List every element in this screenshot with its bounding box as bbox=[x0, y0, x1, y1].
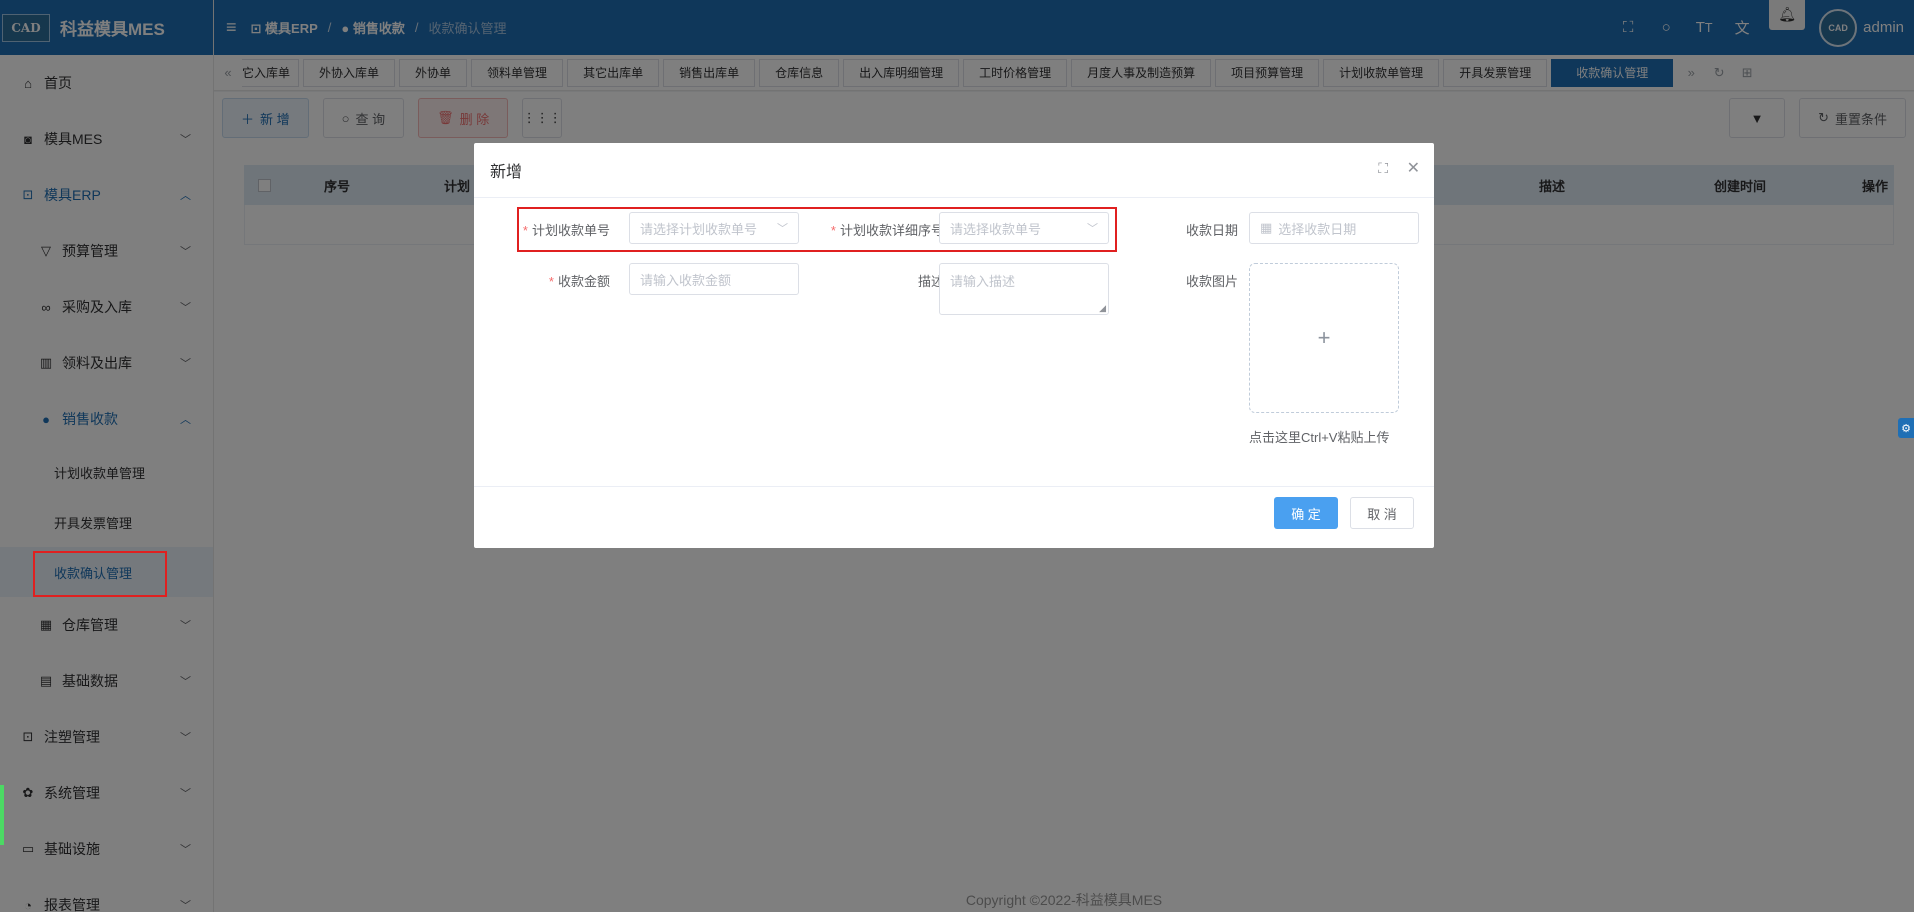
date-label: 收款日期 bbox=[1185, 223, 1238, 238]
image-label: 收款图片 bbox=[1185, 274, 1238, 289]
image-upload[interactable]: + bbox=[1249, 263, 1399, 413]
desc-textarea[interactable]: 请输入描述 ◢ bbox=[939, 263, 1109, 315]
dialog-title: 新增 bbox=[490, 164, 523, 181]
desc-label: 描述 bbox=[917, 274, 944, 289]
cancel-button[interactable]: 取 消 bbox=[1350, 497, 1414, 529]
settings-icon[interactable]: ⚙ bbox=[1898, 418, 1914, 438]
resize-handle-icon[interactable]: ◢ bbox=[1099, 303, 1106, 314]
amount-label: * 收款金额 bbox=[548, 274, 610, 289]
close-icon[interactable]: ✕ bbox=[1407, 158, 1420, 178]
maximize-icon[interactable]: ⛶ bbox=[1378, 160, 1388, 177]
plus-icon: + bbox=[1317, 325, 1331, 350]
add-dialog: 新增 ⛶ ✕ * 计划收款单号 请选择计划收款单号 ﹀ * 计划收款详细序号 请选择收… bbox=[474, 143, 1434, 548]
confirm-button[interactable]: 确 定 bbox=[1274, 497, 1338, 529]
dialog-footer: 确 定 取 消 bbox=[474, 486, 1434, 548]
calendar-icon: ▦ bbox=[1260, 220, 1273, 235]
date-picker[interactable]: ▦ 选择收款日期 bbox=[1249, 212, 1419, 244]
upload-hint: 点击这里Ctrl+V粘贴上传 bbox=[1249, 430, 1390, 445]
side-indicator bbox=[0, 785, 4, 845]
annotation-box bbox=[517, 207, 1117, 252]
dialog-header: 新增 ⛶ ✕ bbox=[474, 143, 1434, 198]
amount-input[interactable]: 请输入收款金额 bbox=[629, 263, 799, 295]
annotation-box bbox=[33, 551, 167, 597]
